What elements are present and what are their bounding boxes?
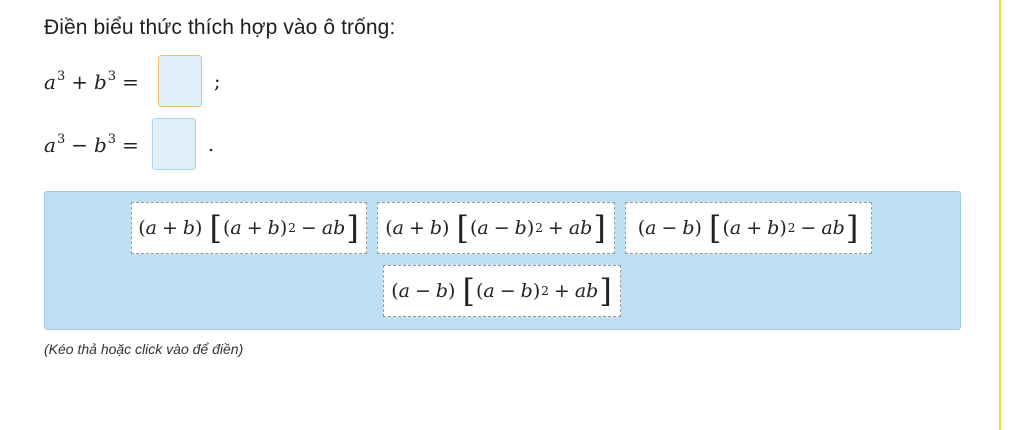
answer-choice-4[interactable]: (a − b) [(a − b) 2 + ab] [383,265,621,317]
drag-drop-hint: (Kéo thả hoặc click vào để điền) [44,341,244,357]
page-border [999,0,1001,430]
equation-row-sum-of-cubes: a3 + b3 = ; [44,54,221,108]
equation-left-side: a3− b3 = [44,131,139,157]
separator-semicolon: ; [213,69,221,93]
answer-drop-box-1[interactable] [157,55,202,107]
answer-drop-box-2[interactable] [151,118,196,170]
answer-choice-2[interactable]: (a + b) [(a − b) 2 + ab] [377,202,615,254]
equation-row-difference-of-cubes: a3− b3 = . [44,117,214,171]
separator-period: . [207,132,215,156]
answer-choice-1[interactable]: (a + b) [(a + b) 2− ab] [131,202,367,254]
question-instruction: Điền biểu thức thích hợp vào ô trống: [44,16,396,39]
answer-choice-3[interactable]: (a − b) [(a + b) 2− ab] [625,202,872,254]
equation-left-side: a3 + b3 = [44,68,139,94]
answer-choices-panel: (a + b) [(a + b) 2− ab] (a + b) [(a − b) 2 + ab] (a − b… [44,191,961,330]
